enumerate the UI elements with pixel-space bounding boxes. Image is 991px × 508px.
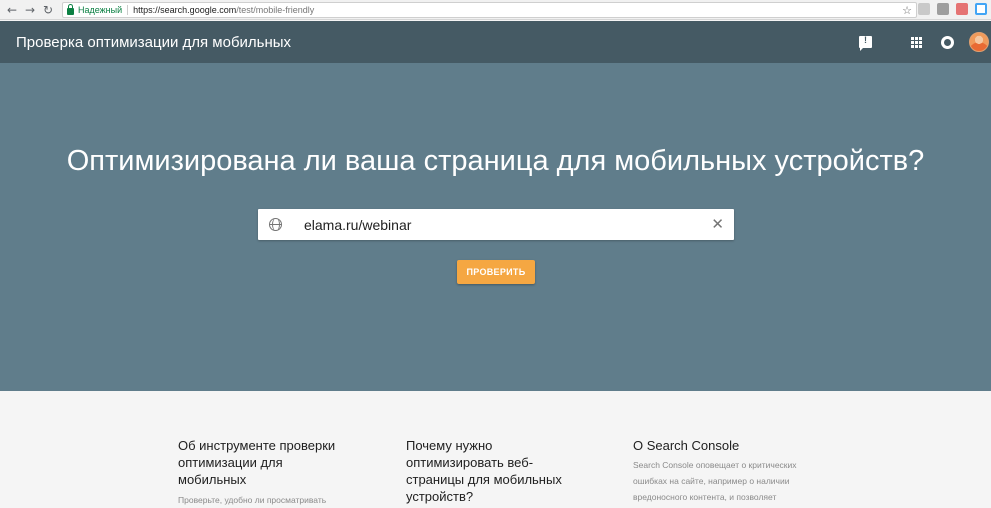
info-column-title: О Search Console	[633, 438, 740, 453]
extension-icon[interactable]	[975, 3, 987, 15]
extension-icon[interactable]	[918, 3, 930, 15]
app-header: Проверка оптимизации для мобильных	[0, 21, 991, 63]
browser-toolbar: ← → ↻ Надежный https://search.google.com…	[0, 0, 991, 20]
info-column-about-tool: Об инструменте проверки оптимизации для …	[178, 437, 348, 508]
info-column-title: Об инструменте проверки оптимизации для …	[178, 438, 336, 487]
clear-icon[interactable]: ✕	[711, 215, 724, 233]
address-url[interactable]: https://search.google.com/test/mobile-fr…	[133, 5, 314, 15]
extension-icon[interactable]	[956, 3, 968, 15]
url-input-box[interactable]: ✕	[258, 209, 734, 240]
page-title: Оптимизирована ли ваша страница для моби…	[66, 145, 925, 177]
address-separator	[127, 5, 129, 15]
bookmark-star-icon[interactable]: ☆	[902, 4, 912, 17]
avatar[interactable]	[969, 32, 989, 52]
apps-grid-icon[interactable]	[911, 36, 922, 48]
info-column-why-optimize: Почему нужно оптимизировать веб-страницы…	[406, 437, 576, 505]
url-input[interactable]	[304, 216, 699, 233]
extension-icons	[918, 3, 987, 15]
forward-arrow-icon[interactable]: →	[21, 1, 39, 19]
secure-label: Надежный	[78, 5, 123, 15]
lock-icon	[67, 3, 74, 15]
info-section: Об инструменте проверки оптимизации для …	[0, 391, 991, 505]
address-bar[interactable]: Надежный https://search.google.com/test/…	[62, 2, 917, 18]
info-column-text: Search Console оповещает о критических о…	[633, 460, 797, 502]
header-actions	[859, 21, 991, 63]
reload-icon[interactable]: ↻	[39, 1, 57, 19]
app-title: Проверка оптимизации для мобильных	[16, 33, 292, 51]
back-arrow-icon[interactable]: ←	[3, 1, 21, 19]
feedback-icon[interactable]	[859, 35, 872, 51]
info-column-title: Почему нужно оптимизировать веб-страницы…	[406, 438, 562, 504]
info-column-text: Проверьте, удобно ли просматривать	[178, 495, 327, 505]
test-url-button[interactable]: ПРОВЕРИТЬ	[457, 260, 535, 284]
globe-icon	[268, 217, 282, 231]
notifications-icon[interactable]	[941, 35, 954, 49]
info-column-search-console: О Search Console Search Console оповещае…	[633, 437, 823, 505]
url-host: https://search.google.com	[133, 5, 237, 15]
hero-section: Оптимизирована ли ваша страница для моби…	[0, 63, 991, 391]
extension-icon[interactable]	[937, 3, 949, 15]
url-path: /test/mobile-friendly	[236, 5, 315, 15]
